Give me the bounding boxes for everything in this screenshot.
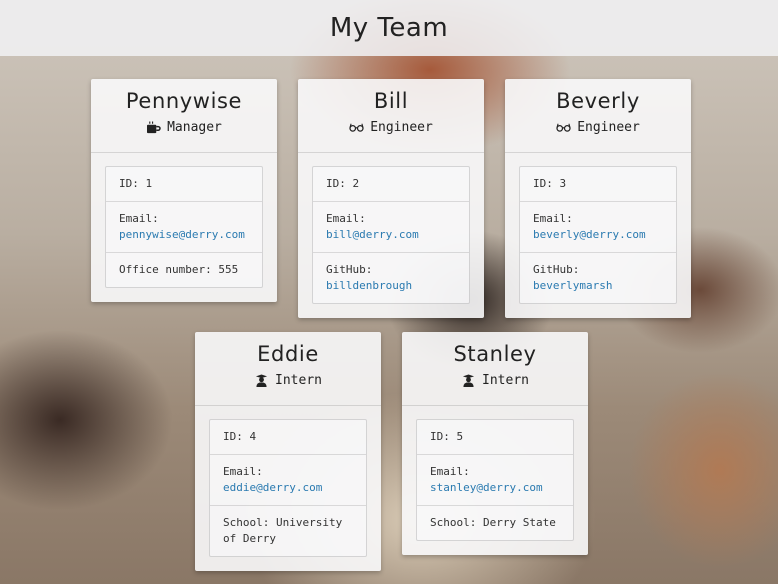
- email-link[interactable]: eddie@derry.com: [223, 481, 322, 494]
- glasses-icon: [349, 123, 364, 132]
- employee-role: Intern: [402, 373, 588, 388]
- info-list: ID: 1 Email: pennywise@derry.com Office …: [105, 166, 263, 288]
- github-link[interactable]: beverlymarsh: [533, 279, 612, 292]
- school-row: School: University of Derry: [210, 505, 366, 556]
- info-list: ID: 3 Email: beverly@derry.com GitHub: b…: [519, 166, 677, 304]
- card-header: Beverly Engineer: [505, 79, 691, 153]
- github-row: GitHub: beverlymarsh: [520, 252, 676, 303]
- email-link[interactable]: stanley@derry.com: [430, 481, 543, 494]
- employee-name: Beverly: [556, 89, 640, 113]
- id-row: ID: 2: [326, 177, 360, 190]
- id-row: ID: 4: [223, 430, 257, 443]
- github-row: GitHub: billdenbrough: [313, 252, 469, 303]
- office-number-row: Office number: 555: [106, 252, 262, 287]
- email-link[interactable]: bill@derry.com: [326, 228, 419, 241]
- id-row: ID: 5: [430, 430, 464, 443]
- employee-card-eddie: Eddie Intern ID: 4 Email: eddie@derry.co…: [195, 332, 381, 571]
- id-row: ID: 1: [119, 177, 153, 190]
- github-link[interactable]: billdenbrough: [326, 279, 412, 292]
- info-list: ID: 2 Email: bill@derry.com GitHub: bill…: [312, 166, 470, 304]
- email-label: Email:: [223, 465, 263, 478]
- role-label: Intern: [275, 373, 322, 388]
- email-label: Email:: [119, 212, 159, 225]
- employee-role: Intern: [195, 373, 381, 388]
- graduate-icon: [462, 374, 475, 387]
- email-row: Email: beverly@derry.com: [520, 201, 676, 252]
- email-link[interactable]: beverly@derry.com: [533, 228, 646, 241]
- id-row: ID: 3: [533, 177, 567, 190]
- email-row: Email: bill@derry.com: [313, 201, 469, 252]
- employee-card-stanley: Stanley Intern ID: 5 Email: stanley@derr…: [402, 332, 588, 555]
- employee-role: Manager: [91, 120, 277, 135]
- page-header: My Team: [0, 0, 778, 56]
- card-header: Eddie Intern: [195, 332, 381, 406]
- email-label: Email:: [326, 212, 366, 225]
- email-link[interactable]: pennywise@derry.com: [119, 228, 245, 241]
- employee-name: Pennywise: [125, 89, 243, 113]
- email-row: Email: pennywise@derry.com: [106, 201, 262, 252]
- employee-role: Engineer: [505, 120, 691, 135]
- role-label: Intern: [482, 373, 529, 388]
- employee-name: Bill: [373, 89, 409, 113]
- employee-card-beverly: Beverly Engineer ID: 3 Email: beverly@de…: [505, 79, 691, 318]
- card-header: Pennywise Manager: [91, 79, 277, 153]
- role-label: Engineer: [577, 120, 640, 135]
- mug-icon: [147, 121, 161, 134]
- info-list: ID: 4 Email: eddie@derry.com School: Uni…: [209, 419, 367, 557]
- graduate-icon: [255, 374, 268, 387]
- github-label: GitHub:: [326, 263, 373, 276]
- github-label: GitHub:: [533, 263, 580, 276]
- glasses-icon: [556, 123, 571, 132]
- employee-card-pennywise: Pennywise Manager ID: 1 Email: pennywise…: [91, 79, 277, 302]
- school-row: School: Derry State: [417, 505, 573, 540]
- employee-card-bill: Bill Engineer ID: 2 Email: bill@derry.co…: [298, 79, 484, 318]
- page-title: My Team: [329, 13, 449, 43]
- email-label: Email:: [533, 212, 573, 225]
- role-label: Manager: [167, 120, 222, 135]
- employee-role: Engineer: [298, 120, 484, 135]
- email-row: Email: stanley@derry.com: [417, 454, 573, 505]
- email-label: Email:: [430, 465, 470, 478]
- card-header: Stanley Intern: [402, 332, 588, 406]
- role-label: Engineer: [370, 120, 433, 135]
- email-row: Email: eddie@derry.com: [210, 454, 366, 505]
- employee-name: Stanley: [453, 342, 537, 366]
- info-list: ID: 5 Email: stanley@derry.com School: D…: [416, 419, 574, 541]
- card-header: Bill Engineer: [298, 79, 484, 153]
- employee-name: Eddie: [257, 342, 319, 366]
